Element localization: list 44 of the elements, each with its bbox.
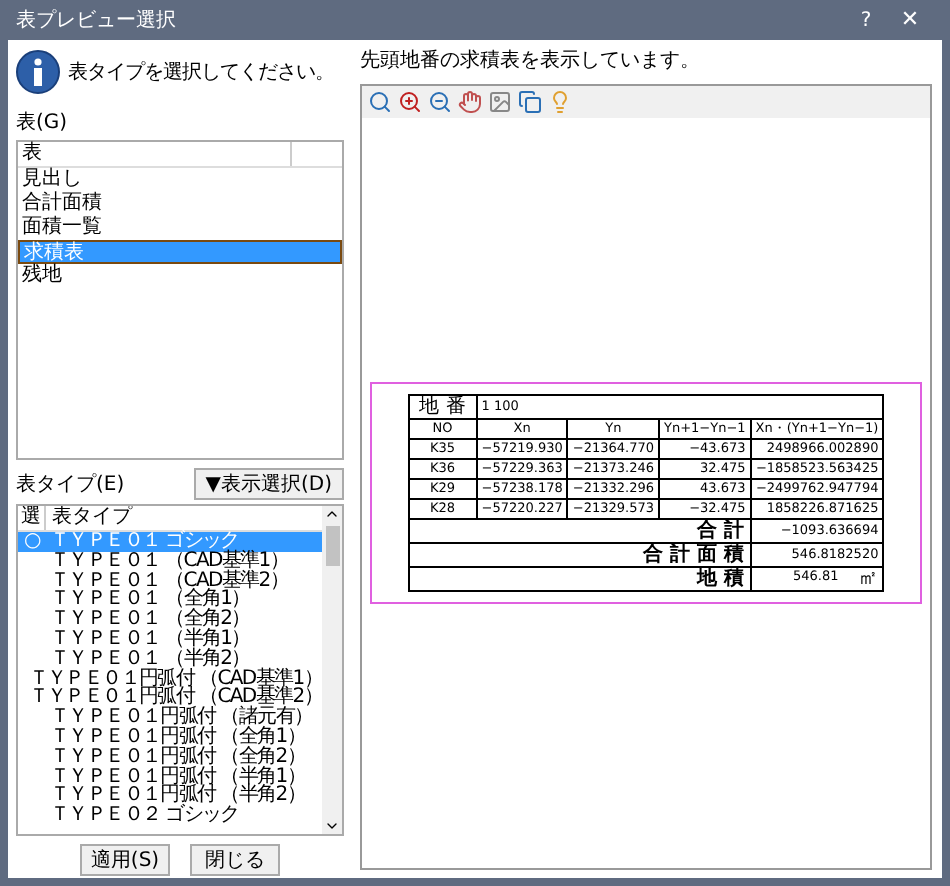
type-list-label: 表タイプ(E) — [16, 471, 125, 499]
scroll-thumb[interactable] — [325, 526, 339, 566]
prompt-text: 表タイプを選択してください。 — [68, 59, 334, 87]
help-button[interactable]: ? — [846, 5, 886, 35]
type-row[interactable]: ＴＹＰＥ０１ （半角2） — [18, 649, 322, 670]
copy-icon[interactable] — [518, 90, 542, 114]
list-item[interactable]: 面積一覧 — [18, 216, 342, 240]
type-row[interactable]: ＴＹＰＥ０１円弧付 （諸元有） — [18, 708, 322, 728]
scroll-down-icon[interactable] — [324, 818, 340, 834]
image-icon[interactable] — [488, 90, 512, 114]
type-row[interactable]: ＴＹＰＥ０１円弧付 （半角2） — [18, 786, 322, 807]
table-cell: 合 計 面 積 — [408, 543, 751, 567]
apply-button[interactable]: 適用(S) — [80, 844, 170, 876]
display-select-button[interactable]: ▼表示選択(D) — [193, 468, 344, 500]
scrollbar[interactable] — [322, 506, 342, 834]
type-row[interactable]: ＴＹＰＥ０１円弧付 （全角2） — [18, 747, 322, 768]
column-header: 表 — [18, 142, 342, 168]
type-row[interactable]: ＴＹＰＥ０１ （CAD基準1） — [18, 551, 322, 572]
zoom-in-icon[interactable] — [398, 90, 422, 114]
table-cell: 地 番 — [408, 395, 477, 419]
type-row[interactable]: ＴＹＰＥ０１円弧付 （半角1） — [18, 767, 322, 787]
info-icon — [16, 50, 60, 94]
hand-icon[interactable] — [458, 90, 482, 114]
table-cell: 合 計 — [408, 519, 751, 543]
list-item[interactable]: 見出し — [18, 168, 342, 192]
unit-label: ㎡ — [858, 568, 879, 590]
type-row[interactable]: ＴＹＰＥ０１ （CAD基準2） — [18, 571, 322, 591]
list-item[interactable]: 合計面積 — [18, 192, 342, 216]
type-row[interactable]: ＴＹＰＥ０２ ゴシック — [18, 806, 322, 826]
close-button[interactable]: ✕ — [886, 3, 934, 37]
type-row[interactable]: ＴＹＰＥ０１円弧付 （CAD基準1） — [18, 669, 322, 689]
window-title: 表プレビュー選択 — [16, 7, 178, 35]
type-row[interactable]: ＴＹＰＥ０１ （全角2） — [18, 610, 322, 630]
table-cell: 地 積 — [408, 567, 751, 591]
zoom-out-icon[interactable] — [428, 90, 452, 114]
scroll-up-icon[interactable] — [324, 506, 340, 522]
list-item[interactable]: 残地 — [18, 264, 342, 288]
preview-message: 先頭地番の求積表を表示しています。 — [360, 48, 702, 76]
type-row[interactable]: ＴＹＰＥ０１ （全角1） — [18, 590, 322, 611]
type-row[interactable]: ＴＹＰＥ０１ （半角1） — [18, 629, 322, 650]
zoom-fit-icon[interactable] — [368, 90, 392, 114]
table-list-label: 表(G) — [16, 109, 70, 138]
close-dialog-button[interactable]: 閉じる — [190, 844, 280, 876]
type-row[interactable]: ＴＹＰＥ０１円弧付 （全角1） — [18, 727, 322, 748]
